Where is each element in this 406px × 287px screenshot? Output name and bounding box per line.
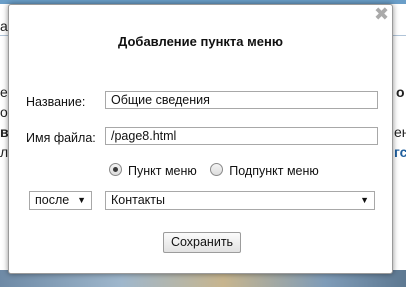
background-text-fragment: л <box>0 144 9 160</box>
chevron-down-icon: ▼ <box>360 195 369 205</box>
radio-menu-item-label: Пункт меню <box>128 164 197 178</box>
radio-menu-item[interactable]: Пункт меню <box>109 163 197 178</box>
radio-submenu-item-label: Подпункт меню <box>229 164 319 178</box>
save-button[interactable]: Сохранить <box>163 232 241 253</box>
chevron-down-icon: ▼ <box>77 195 86 205</box>
target-item-select[interactable]: Контакты ▼ <box>105 191 375 210</box>
menu-level-radio-group: Пункт меню Подпункт меню <box>109 163 319 178</box>
add-menu-item-dialog: ✖ Добавление пункта меню Название: Общие… <box>8 4 393 274</box>
target-item-select-value: Контакты <box>111 193 165 207</box>
background-text-fragment: гс <box>394 144 406 160</box>
radio-button-unchecked[interactable] <box>210 163 224 176</box>
position-select-value: после <box>35 193 70 207</box>
dialog-title: Добавление пункта меню <box>118 34 283 49</box>
background-text-fragment: е <box>0 84 8 100</box>
close-icon[interactable]: ✖ <box>374 5 389 23</box>
radio-submenu-item[interactable]: Подпункт меню <box>210 163 319 178</box>
file-name-label: Имя файла: <box>26 131 96 145</box>
name-field[interactable]: Общие сведения <box>105 91 378 109</box>
background-text-fragment: ен <box>394 124 406 140</box>
file-name-field[interactable]: /page8.html <box>105 127 378 145</box>
background-text-fragment: а <box>0 18 8 34</box>
name-label: Название: <box>26 95 86 109</box>
background-text-fragment: о <box>396 84 405 100</box>
radio-button-checked[interactable] <box>109 163 122 176</box>
position-select[interactable]: после ▼ <box>29 191 92 210</box>
